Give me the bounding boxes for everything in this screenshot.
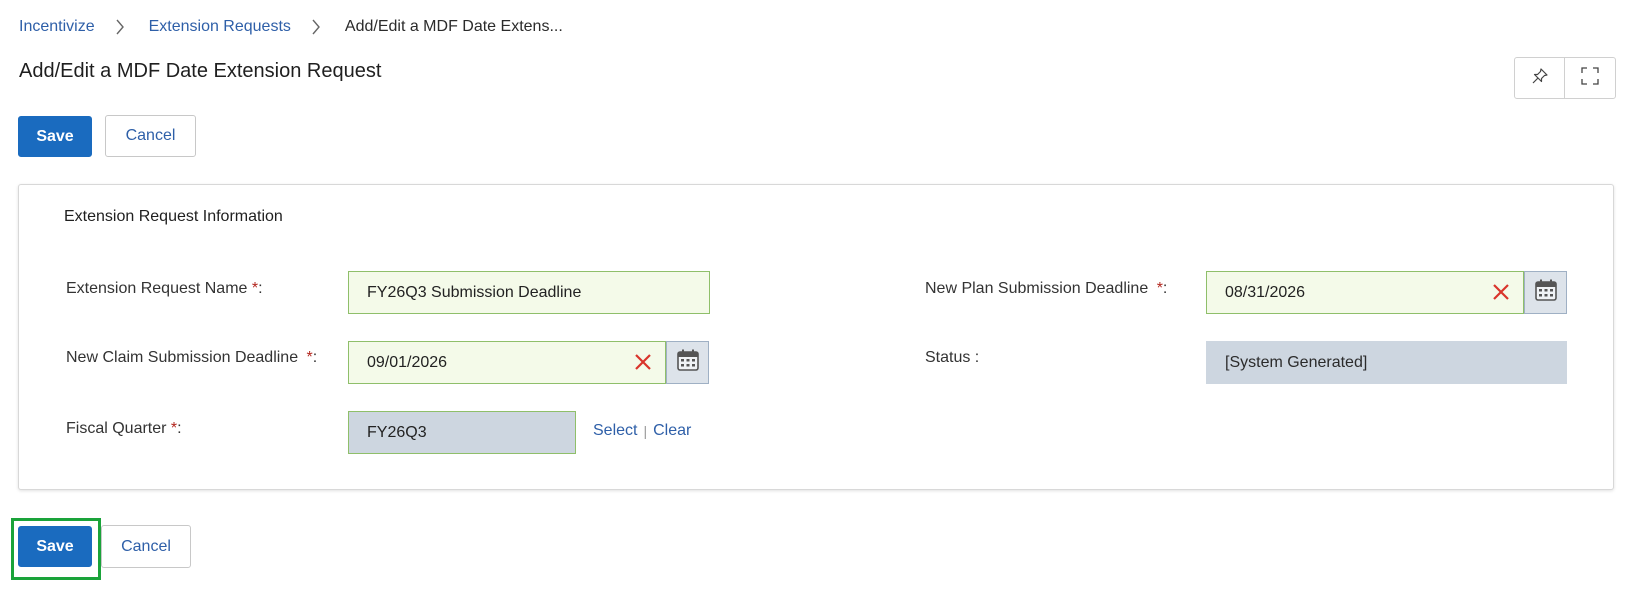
new-plan-deadline-label: New Plan Submission Deadline *:: [925, 280, 1167, 298]
claim-calendar-button[interactable]: [666, 341, 709, 384]
breadcrumb-link-incentivize[interactable]: Incentivize: [19, 18, 95, 36]
calendar-icon: [1534, 278, 1558, 307]
fiscal-quarter-field: FY26Q3: [348, 411, 576, 454]
clear-date-icon[interactable]: [633, 352, 653, 372]
fiscal-quarter-label: Fiscal Quarter *:: [66, 420, 182, 438]
chevron-right-icon: [115, 19, 135, 35]
new-claim-deadline-label: New Claim Submission Deadline *:: [66, 349, 317, 367]
extension-request-panel: [18, 184, 1614, 490]
new-claim-deadline-input[interactable]: 09/01/2026: [348, 341, 666, 384]
view-actions: [1514, 57, 1616, 99]
date-value: 09/01/2026: [367, 353, 448, 371]
status-field: [System Generated]: [1206, 341, 1567, 384]
new-plan-deadline-input[interactable]: 08/31/2026: [1206, 271, 1524, 314]
cancel-button-bottom[interactable]: Cancel: [101, 525, 191, 568]
section-title: Extension Request Information: [64, 208, 283, 225]
save-button-top[interactable]: Save: [18, 116, 92, 157]
fiscal-quarter-actions: Select | Clear: [593, 422, 691, 440]
page-title: Add/Edit a MDF Date Extension Request: [19, 60, 382, 82]
extension-request-name-input[interactable]: FY26Q3 Submission Deadline: [348, 271, 710, 314]
link-separator: |: [643, 423, 648, 439]
chevron-right-icon: [311, 19, 331, 35]
label-text: New Plan Submission Deadline: [925, 280, 1149, 297]
clear-link[interactable]: Clear: [653, 422, 691, 440]
label-text: Fiscal Quarter: [66, 420, 167, 437]
label-text: New Claim Submission Deadline: [66, 349, 299, 366]
label-colon: :: [258, 280, 263, 297]
fullscreen-icon: [1580, 66, 1599, 90]
clear-date-icon[interactable]: [1491, 282, 1511, 302]
label-colon: :: [1162, 280, 1168, 297]
calendar-icon: [676, 348, 700, 377]
label-colon: :: [312, 349, 318, 366]
fullscreen-button[interactable]: [1564, 58, 1614, 98]
select-link[interactable]: Select: [593, 422, 637, 440]
label-text: Extension Request Name: [66, 280, 248, 297]
breadcrumb-link-extension-requests[interactable]: Extension Requests: [149, 18, 291, 36]
breadcrumb: Incentivize Extension Requests Add/Edit …: [19, 16, 563, 38]
breadcrumb-current: Add/Edit a MDF Date Extens...: [344, 18, 563, 35]
date-value: 08/31/2026: [1225, 283, 1306, 301]
label-colon: :: [177, 420, 182, 437]
pin-button[interactable]: [1515, 58, 1564, 98]
pin-icon: [1531, 67, 1549, 90]
save-button-bottom[interactable]: Save: [18, 526, 92, 567]
extension-request-name-label: Extension Request Name *:: [66, 280, 263, 298]
status-label: Status :: [925, 349, 980, 366]
plan-calendar-button[interactable]: [1524, 271, 1567, 314]
cancel-button-top[interactable]: Cancel: [105, 115, 196, 157]
